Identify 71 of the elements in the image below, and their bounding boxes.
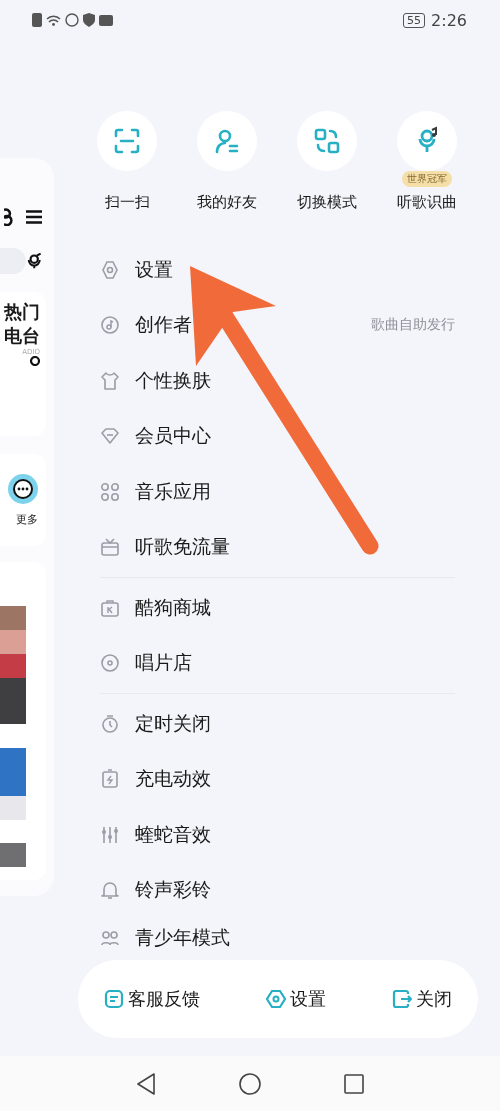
play-icon [30,356,40,366]
menu-label: 音乐应用 [135,478,211,504]
shortcut-label[interactable]: 我的好友 [197,193,257,212]
more-icon[interactable] [8,474,38,504]
battery-icon [100,769,120,790]
badge: 世界冠军 [402,171,452,187]
menu-item[interactable]: 酷狗商城 [100,580,455,636]
shortcut-label[interactable]: 扫一扫 [104,193,150,212]
menu-item[interactable]: 会员中心 [100,408,455,464]
search-field[interactable] [0,248,26,274]
menu-label: 个性换肤 [135,367,211,393]
bottom-button[interactable]: 设置 [262,983,330,1015]
menu-label: 会员中心 [135,423,211,449]
shield-icon [83,13,95,27]
more-label: 更多 [16,512,38,527]
scan-icon [112,126,142,156]
menu-label: 创作者 [135,312,192,338]
bell-icon [100,880,120,901]
recents-icon[interactable] [343,1073,364,1094]
menu-item[interactable]: 设置 [100,242,455,298]
shortcut-label[interactable]: 听歌识曲 [397,193,457,212]
menu-label: 铃声彩铃 [135,877,211,903]
wifi-icon [46,14,61,26]
menu-item[interactable]: 铃声彩铃 [100,862,455,918]
disc-icon [100,653,120,674]
equalizer-icon [100,824,120,845]
bottom-button[interactable]: 客服反馈 [100,983,204,1015]
hexagon-icon [100,259,120,280]
home-icon[interactable] [239,1072,261,1095]
apps-icon [100,481,120,502]
clock: 2:26 [431,10,467,30]
menu-item[interactable]: 个性换肤 [100,353,455,409]
bag-icon [100,597,120,618]
menu-item[interactable]: 定时关闭 [100,696,455,752]
people-icon [100,928,120,948]
menu-item[interactable]: 创作者 歌曲自助发行 [100,297,455,353]
hexagon-icon [266,989,286,1009]
menu-hint: 歌曲自助发行 [371,316,455,335]
menu-label: 听歌免流量 [135,534,230,560]
menu-item[interactable]: 听歌免流量 [100,519,455,575]
alert-icon [32,13,42,27]
timer-icon [100,713,120,734]
menu-icon[interactable] [26,210,42,224]
menu-item[interactable]: 充电动效 [100,751,455,807]
bottom-button[interactable]: 关闭 [388,983,456,1015]
menu-item[interactable]: 蝰蛇音效 [100,807,455,863]
menu-item[interactable]: 青少年模式 [100,918,455,958]
menu-item[interactable]: 音乐应用 [100,464,455,520]
menu-label: 充电动效 [135,766,211,792]
shirt-icon [100,370,120,391]
exit-icon [392,989,412,1009]
circle-icon [65,13,79,27]
switch-icon [312,126,342,156]
feedback-icon [104,989,124,1009]
microphone-icon[interactable] [25,252,42,270]
menu-item[interactable]: 唱片店 [100,635,455,691]
card-icon [99,14,113,26]
menu-label: 定时关闭 [135,710,211,736]
menu-label: 唱片店 [135,650,192,676]
radio-title: 热门 [4,300,40,324]
menu-label: 青少年模式 [135,925,230,950]
diamond-icon [100,426,120,447]
battery-level: 55 [403,12,426,28]
menu-label: 蝰蛇音效 [135,821,211,847]
more-card[interactable]: 更多 [0,454,46,546]
shortcut-label[interactable]: 切换模式 [297,193,357,212]
note-circle-icon [100,315,120,336]
back-icon[interactable] [136,1072,157,1095]
radio-title: 电台 [4,324,40,348]
menu-label: 酷狗商城 [135,594,211,620]
menu-label: 设置 [135,256,173,282]
